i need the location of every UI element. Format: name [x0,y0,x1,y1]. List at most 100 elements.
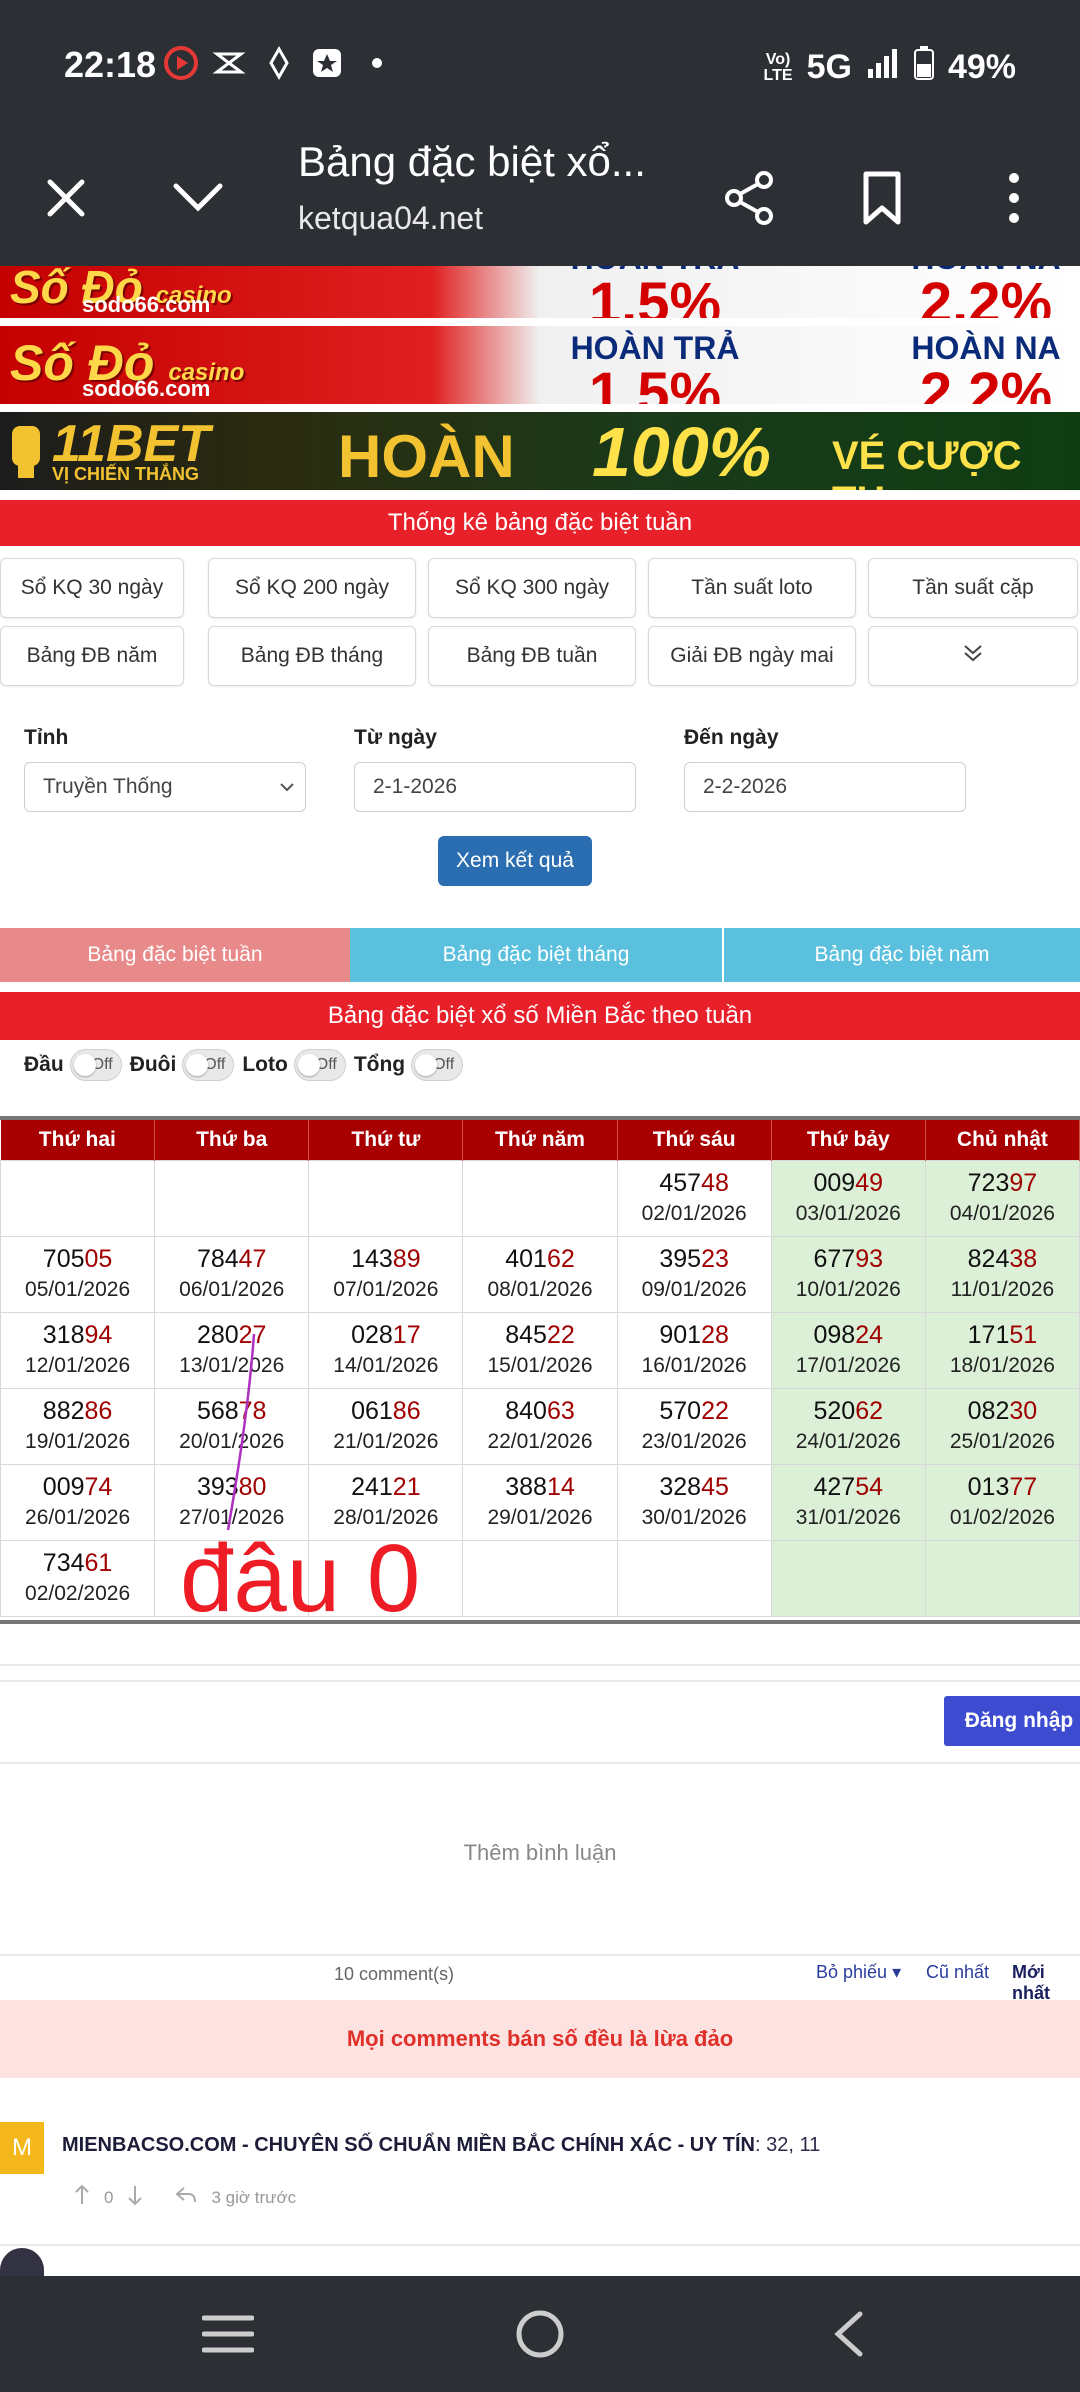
tab-weekly[interactable]: Bảng đặc biệt tuần [0,928,350,982]
result-cell: 84063 22/01/2026 [462,1387,618,1465]
result-number: 88286 [42,1397,113,1425]
app-icon [212,46,246,80]
result-date: 22/01/2026 [487,1430,593,1453]
tab-monthly[interactable]: Bảng đặc biệt tháng [350,928,722,982]
sodo-banner-1[interactable]: Số Đỏ casino sodo66.com HOÀN TRẢ 1.5% HO… [0,266,1080,318]
11bet-banner[interactable]: 11BET VỊ CHIẾN THẮNG HOÀN 100% VÉ CƯỢC T… [0,412,1080,490]
avatar[interactable]: M [0,2122,44,2174]
nav-button[interactable]: Bảng ĐB tuần [428,626,636,686]
table-row: 31894 12/01/2026 28027 13/01/2026 02817 14/01… [0,1311,1080,1389]
sodo-site: sodo66.com [82,292,211,317]
result-cell: 00949 03/01/2026 [770,1159,926,1237]
result-number: 31894 [42,1321,113,1349]
weekday-header: Thứ tư [308,1120,464,1160]
result-cell: 06186 21/01/2026 [308,1387,464,1465]
result-number: 73461 [42,1549,113,1577]
add-comment-input[interactable]: Thêm bình luận [0,1840,1080,1866]
result-cell [770,1539,926,1617]
result-cell: 72397 04/01/2026 [924,1159,1080,1237]
nav-button[interactable]: Sổ KQ 30 ngày [0,558,184,618]
double-chevron-down-icon [962,643,984,669]
result-cell: 38814 29/01/2026 [462,1463,618,1541]
more-button[interactable] [868,626,1078,686]
to-date-input[interactable]: 2-2-2026 [684,762,966,812]
weekday-header: Chủ nhật [925,1120,1080,1160]
share-icon[interactable] [712,160,788,236]
result-date: 10/01/2026 [795,1278,901,1301]
province-select[interactable]: Truyền Thống [24,762,306,812]
nav-button[interactable]: Bảng ĐB năm [0,626,184,686]
result-number: 39523 [659,1245,729,1273]
comment-body: : 32, 11 [754,2134,821,2156]
result-tail: 86 [392,1397,421,1425]
result-cell: 32845 30/01/2026 [616,1463,772,1541]
weekday-header: Thứ hai [0,1120,156,1160]
result-date: 04/01/2026 [949,1202,1055,1225]
result-date: 09/01/2026 [641,1278,747,1301]
result-date: 07/01/2026 [333,1278,439,1301]
recent-apps-icon[interactable] [201,2312,255,2361]
chevron-down-icon[interactable] [160,160,236,236]
toggle-switch[interactable]: Off [293,1049,346,1081]
table-row: 70505 05/01/2026 78447 06/01/2026 14389 07/01… [0,1235,1080,1313]
nav-button[interactable]: Giải ĐB ngày mai [648,626,856,686]
toggle-switch[interactable]: Off [69,1049,122,1081]
result-date: 24/01/2026 [795,1430,901,1453]
sort-newest[interactable]: Mới nhất [1012,1962,1080,2004]
avatar[interactable] [0,2248,44,2276]
chevron-down-icon [279,775,295,799]
dot-icon [368,46,402,80]
toggle-row: Đầu Off Đuôi Off Loto Off Tổng Off [24,1048,465,1082]
comment-text: MIENBACSO.COM - CHUYÊN SỐ CHUẨN MIỀN BẮC… [62,2134,820,2157]
upvote-icon[interactable] [74,2184,90,2211]
result-date: 25/01/2026 [949,1430,1055,1453]
toggle-label: Đuôi [129,1053,177,1076]
bookmark-icon[interactable] [844,160,920,236]
downvote-icon[interactable] [127,2184,143,2211]
nav-button[interactable]: Sổ KQ 200 ngày [208,558,416,618]
result-tail: 63 [546,1397,575,1425]
nav-button[interactable]: Tần suất cặp [868,558,1078,618]
comment-author[interactable]: MIENBACSO.COM - CHUYÊN SỐ CHUẨN MIỀN BẮC… [62,2134,755,2156]
home-icon[interactable] [514,2308,566,2365]
view-results-button[interactable]: Xem kết quả [438,836,592,886]
result-date: 06/01/2026 [179,1278,285,1301]
result-cell: 88286 19/01/2026 [0,1387,156,1465]
from-date-label: Từ ngày [354,726,437,749]
result-number: 52062 [813,1397,884,1425]
nav-button[interactable]: Sổ KQ 300 ngày [428,558,636,618]
nav-button[interactable]: Bảng ĐB tháng [208,626,416,686]
more-options-icon[interactable] [976,160,1052,236]
login-button[interactable]: Đăng nhập [944,1696,1080,1746]
toggle-switch[interactable]: Off [411,1049,464,1081]
from-date-input[interactable]: 2-1-2026 [354,762,636,812]
result-cell [154,1159,310,1237]
result-tail: 45 [701,1473,729,1501]
back-icon[interactable] [830,2310,866,2363]
11bet-percent: 100% [592,413,772,490]
close-icon[interactable] [28,160,104,236]
result-cell: 42754 31/01/2026 [770,1463,926,1541]
youtube-icon [164,46,198,80]
toggle-switch[interactable]: Off [182,1049,235,1081]
result-date: 16/01/2026 [641,1354,747,1377]
volte-icon: Vo) LTE [763,50,793,84]
sort-oldest[interactable]: Cũ nhất [926,1962,989,1983]
result-cell: 78447 06/01/2026 [154,1235,310,1313]
tab-yearly[interactable]: Bảng đặc biệt năm [724,928,1080,982]
reply-icon[interactable] [175,2186,197,2209]
result-date: 12/01/2026 [25,1354,131,1377]
result-date: 31/01/2026 [795,1506,901,1529]
page-url[interactable]: ketqua04.net [298,200,483,237]
nav-button[interactable]: Tần suất loto [648,558,856,618]
result-date: 14/01/2026 [333,1354,439,1377]
result-number: 42754 [813,1473,884,1501]
result-cell: 31894 12/01/2026 [0,1311,156,1389]
sodo-banner-2[interactable]: Số Đỏ casino sodo66.com HOÀN TRẢ 1.5% HO… [0,326,1080,404]
sort-vote[interactable]: Bỏ phiếu ▾ [816,1962,901,1983]
result-number: 01377 [967,1473,1038,1501]
result-date: 15/01/2026 [487,1354,593,1377]
table-row: 00974 26/01/2026 39380 27/01/2026 24121 28/01… [0,1463,1080,1541]
result-cell: 00974 26/01/2026 [0,1463,156,1541]
divider [0,1680,1080,1682]
